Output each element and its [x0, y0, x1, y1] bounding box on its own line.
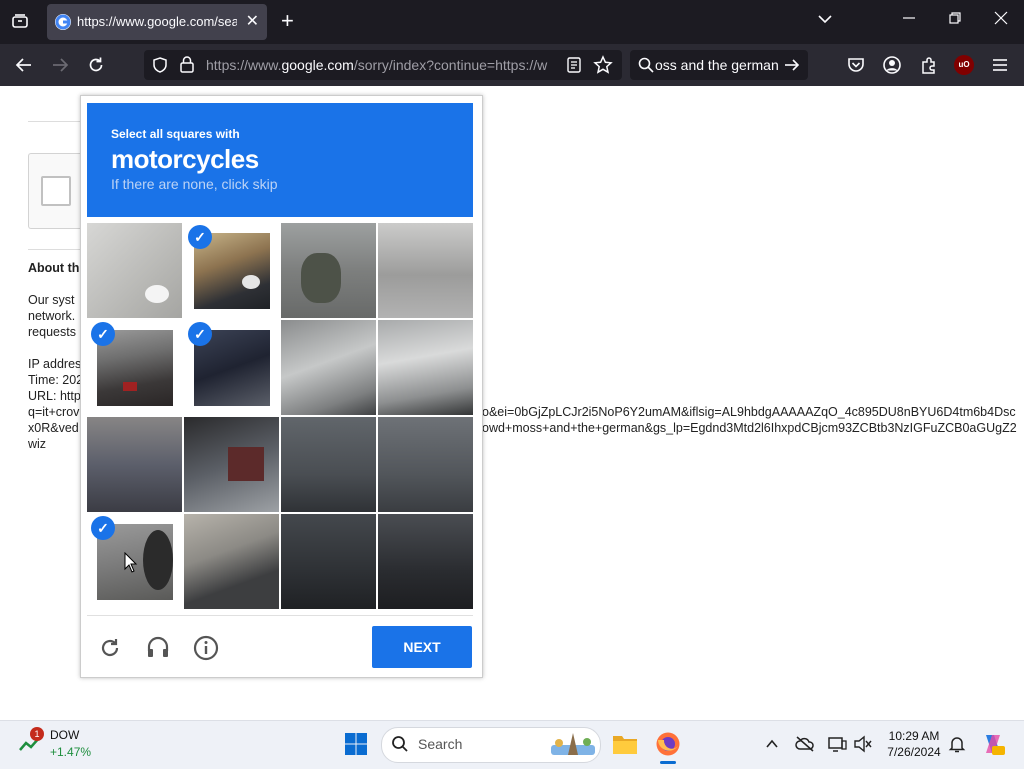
stock-name[interactable]: DOW — [50, 728, 79, 742]
window-close-icon[interactable] — [993, 10, 1009, 30]
search-icon — [637, 56, 655, 79]
windows-start-icon[interactable] — [344, 732, 368, 761]
tab-list-chevron-icon[interactable] — [817, 11, 833, 31]
extensions-puzzle-icon[interactable] — [919, 55, 939, 80]
search-bar-text[interactable]: oss and the german — [655, 57, 780, 73]
copilot-icon[interactable] — [980, 731, 1006, 762]
reader-view-icon[interactable] — [566, 56, 582, 79]
captcha-tile[interactable] — [87, 417, 182, 512]
url-line-4: wiz — [28, 437, 47, 451]
url-host: google.com — [281, 57, 354, 73]
captcha-tile[interactable] — [378, 514, 473, 609]
captcha-tile[interactable] — [87, 223, 182, 318]
app-menu-icon[interactable] — [990, 55, 1010, 80]
url-scheme: https://www. — [206, 57, 282, 73]
captcha-tile[interactable] — [281, 223, 376, 318]
taskbar-search-label: Search — [418, 736, 463, 752]
check-icon: ✓ — [188, 225, 212, 249]
tab-active[interactable]: https://www.google.com/sear ✕ — [47, 4, 267, 40]
clock-time[interactable]: 10:29 AM — [884, 729, 944, 743]
url-line-2: q=it+crov — [28, 405, 80, 419]
tab-close-icon[interactable]: ✕ — [246, 11, 259, 31]
bookmark-star-icon[interactable] — [593, 55, 613, 80]
volume-muted-icon[interactable] — [853, 735, 873, 758]
captcha-tile[interactable] — [184, 417, 279, 512]
minimize-icon[interactable] — [901, 10, 917, 30]
file-explorer-icon[interactable] — [611, 731, 639, 762]
firefox-icon[interactable] — [655, 731, 681, 762]
forward-arrow-icon[interactable] — [50, 55, 70, 80]
lock-icon[interactable] — [179, 55, 195, 78]
captcha-target: motorcycles — [111, 144, 259, 174]
tab-overview-icon[interactable] — [11, 12, 29, 34]
clock-date[interactable]: 7/26/2024 — [884, 745, 944, 759]
url-path: /sorry/index?continue=https://w — [353, 57, 548, 73]
reload-icon[interactable] — [86, 55, 106, 80]
captcha-tile[interactable] — [378, 417, 473, 512]
about-heading: About th — [28, 261, 80, 275]
ip-label: IP addres — [28, 357, 82, 371]
url-line-3-right: owd+moss+and+the+german&gs_lp=Egdnd3Mtd2… — [482, 421, 1017, 435]
page-divider-2 — [28, 249, 80, 250]
pocket-icon[interactable] — [846, 55, 866, 80]
captcha-tile[interactable] — [378, 320, 473, 415]
active-app-indicator — [660, 761, 676, 764]
check-icon: ✓ — [188, 322, 212, 346]
para-line-2: network. — [28, 309, 76, 323]
stock-change: +1.47% — [50, 745, 92, 759]
google-favicon-icon — [55, 14, 71, 30]
check-icon: ✓ — [91, 322, 115, 346]
info-icon[interactable] — [193, 635, 219, 666]
url-label: URL: http — [28, 389, 81, 403]
notification-badge: 1 — [30, 727, 44, 741]
captcha-hint: If there are none, click skip — [111, 176, 278, 192]
captcha-tile[interactable] — [281, 514, 376, 609]
new-tab-icon[interactable]: + — [281, 10, 294, 32]
url-line-2-right: o&ei=0bGjZpLCJr2i5NoP6Y2umAM&iflsig=AL9h… — [482, 405, 1016, 419]
shield-icon[interactable] — [151, 56, 169, 79]
para-line-1: Our syst — [28, 293, 75, 307]
network-display-icon[interactable] — [827, 735, 847, 758]
reload-challenge-icon[interactable] — [98, 636, 122, 665]
check-icon: ✓ — [91, 516, 115, 540]
captcha-tile[interactable] — [378, 223, 473, 318]
recaptcha-checkbox[interactable] — [41, 176, 71, 206]
notification-bell-icon[interactable] — [948, 735, 966, 758]
mouse-cursor-icon — [124, 551, 138, 579]
restore-icon[interactable] — [947, 10, 963, 30]
captcha-grid — [87, 223, 473, 609]
next-button[interactable]: NEXT — [372, 626, 472, 668]
captcha-footer-divider — [87, 615, 473, 616]
url-line-3: x0R&ved — [28, 421, 79, 435]
search-go-arrow-icon[interactable] — [783, 55, 801, 80]
search-highlight-eiffel-icon — [551, 731, 595, 762]
back-arrow-icon[interactable] — [14, 55, 34, 80]
onedrive-offline-icon[interactable] — [795, 735, 815, 758]
url-text[interactable]: https://www.google.com/sorry/index?conti… — [206, 57, 558, 73]
para-line-3: requests — [28, 325, 76, 339]
captcha-tile[interactable] — [281, 417, 376, 512]
tab-title: https://www.google.com/sear — [77, 14, 237, 29]
page-divider — [28, 121, 80, 122]
ublock-origin-icon[interactable]: uO — [954, 55, 974, 75]
account-icon[interactable] — [882, 55, 902, 80]
time-label: Time: 202 — [28, 373, 84, 387]
captcha-tile[interactable] — [184, 514, 279, 609]
taskbar-search-icon — [391, 735, 409, 758]
captcha-instruction: Select all squares with — [111, 127, 240, 141]
captcha-tile[interactable] — [281, 320, 376, 415]
audio-challenge-headphones-icon[interactable] — [145, 634, 171, 665]
show-hidden-icons-chevron-icon[interactable] — [765, 737, 779, 756]
